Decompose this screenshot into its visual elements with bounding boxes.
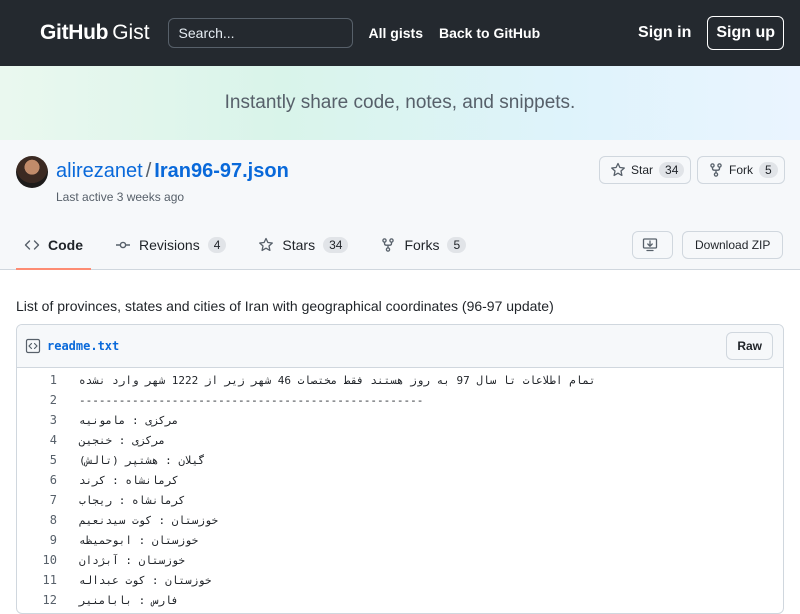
download-zip-button[interactable]: Download ZIP	[682, 231, 784, 259]
line-number[interactable]: 5	[17, 453, 57, 467]
line-number[interactable]: 11	[17, 573, 57, 587]
all-gists-link[interactable]: All gists	[369, 25, 423, 41]
code-view: 1 تمام اطلاعات تا سال 97 به روز هستند فقط…	[17, 368, 783, 610]
code-line: 10 خوزستان : آبژدان	[17, 550, 783, 570]
raw-button[interactable]: Raw	[726, 332, 773, 360]
github-gist-logo[interactable]: GitHub Gist	[40, 21, 150, 45]
fork-button[interactable]: Fork 5	[697, 156, 785, 184]
last-active-text: Last active 3 weeks ago	[56, 190, 185, 204]
line-number[interactable]: 10	[17, 553, 57, 567]
line-number[interactable]: 12	[17, 593, 57, 607]
file-box: readme.txt Raw 1 تمام اطلاعات تا سال 97 ب…	[16, 324, 784, 614]
top-header: GitHub Gist All gists Back to GitHub Sig…	[0, 0, 800, 66]
hero-banner: Instantly share code, notes, and snippet…	[0, 66, 800, 140]
star-icon	[611, 162, 625, 177]
tab-code[interactable]: Code	[16, 222, 91, 270]
code-line: 8 خوزستان : کوت سیدنعیم	[17, 510, 783, 530]
logo-github-text: GitHub	[40, 21, 109, 44]
line-number[interactable]: 3	[17, 413, 57, 427]
gist-title: alirezanet / Iran96-97.json	[56, 160, 289, 183]
code-line: 12 فارس : بابامنیر	[17, 590, 783, 610]
line-content: فارس : بابامنیر	[79, 593, 179, 607]
tab-revisions-label: Revisions	[139, 237, 200, 253]
code-line: 5 گیلان : هشتپر (تالش)	[17, 450, 783, 470]
line-content: مرکزی : خنجین	[79, 433, 166, 447]
fork-icon	[382, 238, 395, 252]
tab-stars[interactable]: Stars 34	[250, 222, 356, 270]
line-content: خوزستان : کوت سیدنعیم	[79, 513, 219, 527]
tab-forks[interactable]: Forks 5	[372, 222, 474, 270]
sign-in-link[interactable]: Sign in	[638, 24, 691, 42]
avatar[interactable]	[16, 156, 48, 188]
gist-header: alirezanet / Iran96-97.json Last active 3 …	[0, 140, 800, 270]
logo-gist-text: Gist	[112, 21, 150, 44]
star-button[interactable]: Star 34	[599, 156, 692, 184]
line-content: گیلان : هشتپر (تالش)	[79, 453, 205, 467]
line-number[interactable]: 2	[17, 393, 57, 407]
line-number[interactable]: 7	[17, 493, 57, 507]
line-content: خوزستان : ابوحمیظه	[79, 533, 199, 547]
line-content: خوزستان : کوت عبداله	[79, 573, 212, 587]
gist-tabs: Code Revisions 4 Stars 34 Forks 5	[16, 222, 490, 270]
code-file-icon	[25, 338, 41, 354]
fork-count: 5	[759, 162, 778, 178]
line-number[interactable]: 4	[17, 433, 57, 447]
file-name-link[interactable]: readme.txt	[47, 339, 119, 353]
file-header: readme.txt Raw	[17, 325, 783, 368]
gist-description: List of provinces, states and cities of …	[16, 298, 554, 314]
line-number[interactable]: 8	[17, 513, 57, 527]
fork-icon	[710, 163, 722, 177]
tab-stars-count: 34	[323, 237, 349, 253]
star-icon	[259, 237, 274, 252]
code-line: 7 کرمانشاه : ریجاب	[17, 490, 783, 510]
line-number[interactable]: 6	[17, 473, 57, 487]
code-line: 11 خوزستان : کوت عبداله	[17, 570, 783, 590]
code-line: 9 خوزستان : ابوحمیظه	[17, 530, 783, 550]
code-line: 4 مرکزی : خنجین	[17, 430, 783, 450]
line-content: تمام اطلاعات تا سال 97 به روز هستند فقط …	[79, 373, 596, 387]
commit-icon	[116, 241, 130, 249]
line-number[interactable]: 1	[17, 373, 57, 387]
embed-download-button[interactable]	[632, 231, 673, 259]
tab-revisions[interactable]: Revisions 4	[107, 222, 234, 270]
sign-up-button[interactable]: Sign up	[707, 16, 784, 50]
code-icon	[24, 240, 40, 250]
tab-stars-label: Stars	[282, 237, 316, 253]
code-line: 6 کرمانشاه : کرند	[17, 470, 783, 490]
tab-code-label: Code	[48, 237, 83, 253]
hero-tagline: Instantly share code, notes, and snippet…	[224, 92, 576, 113]
search-input[interactable]	[167, 18, 353, 48]
title-separator: /	[145, 160, 152, 182]
line-content: کرمانشاه : کرند	[79, 473, 179, 487]
tab-forks-label: Forks	[404, 237, 440, 253]
line-content: خوزستان : آبژدان	[79, 553, 185, 567]
line-content: کرمانشاه : ریجاب	[79, 493, 185, 507]
star-count: 34	[659, 162, 685, 178]
code-line: 3 مرکزی : مامونیه	[17, 410, 783, 430]
fork-label: Fork	[729, 163, 753, 177]
gist-name-link[interactable]: Iran96-97.json	[154, 160, 289, 182]
code-line: 2 ---------------------------------------…	[17, 390, 783, 410]
line-number[interactable]: 9	[17, 533, 57, 547]
star-label: Star	[631, 163, 654, 177]
line-content: مرکزی : مامونیه	[79, 413, 179, 427]
back-to-github-link[interactable]: Back to GitHub	[439, 25, 540, 41]
code-line: 1 تمام اطلاعات تا سال 97 به روز هستند فقط…	[17, 370, 783, 390]
tab-revisions-count: 4	[207, 237, 227, 253]
owner-link[interactable]: alirezanet	[56, 160, 143, 182]
tab-forks-count: 5	[447, 237, 467, 253]
line-content: ----------------------------------------…	[79, 393, 424, 407]
download-icon	[642, 238, 658, 252]
